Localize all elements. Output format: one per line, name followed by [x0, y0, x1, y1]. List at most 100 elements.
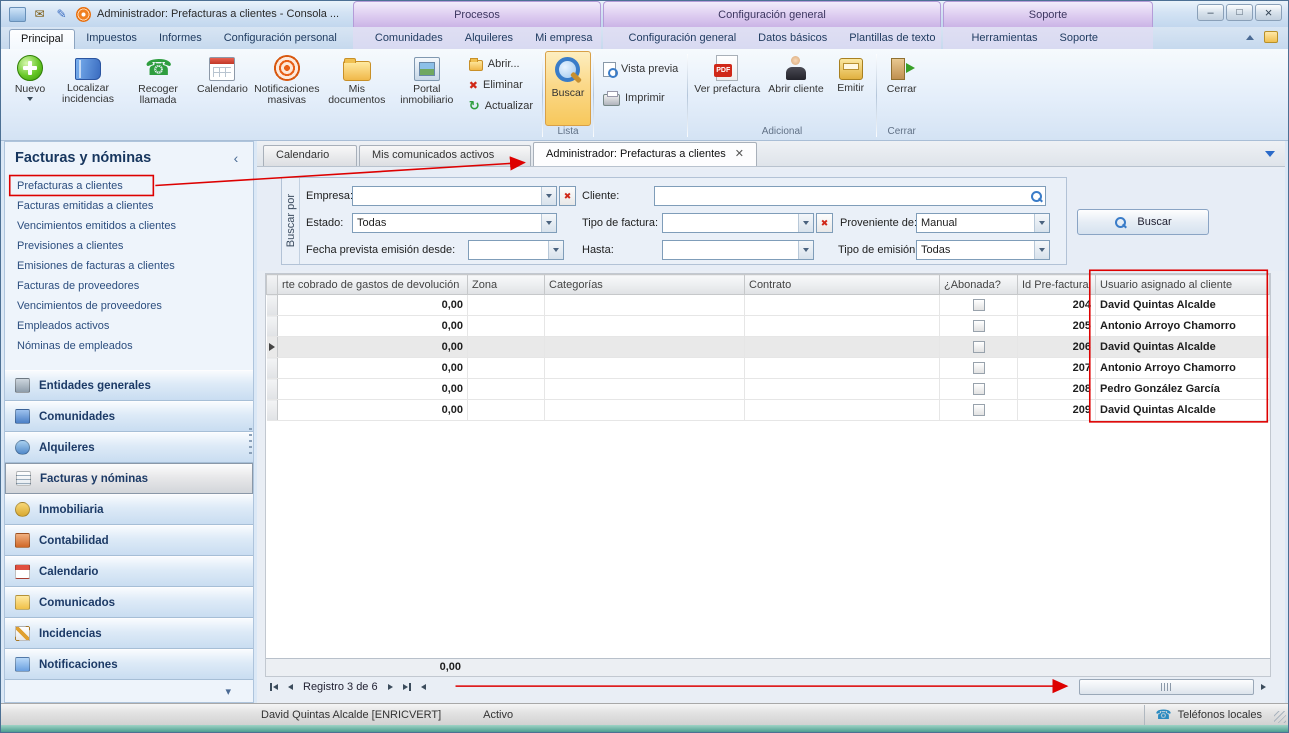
abonada-checkbox[interactable]	[973, 341, 985, 353]
table-row-selected[interactable]: 0,00 206 David Quintas Alcalde	[267, 337, 1270, 358]
quick-access-notes-icon[interactable]	[53, 7, 70, 22]
scroll-left-button[interactable]	[418, 680, 429, 694]
table-row[interactable]: 0,00 207 Antonio Arroyo Chamorro	[267, 358, 1270, 379]
empresa-dropdown-icon[interactable]	[541, 187, 556, 205]
sidebar-item-emisiones-facturas[interactable]: Emisiones de facturas a clientes	[17, 256, 249, 276]
ribbon-collapse-icon[interactable]	[1246, 35, 1254, 40]
tipo-factura-dropdown-icon[interactable]	[798, 214, 813, 232]
restore-button[interactable]	[1226, 4, 1253, 21]
mis-documentos-button[interactable]: Mis documentos	[322, 51, 392, 126]
sidebar-overflow-chevron[interactable]: ▾	[225, 685, 231, 698]
sidebar-group-alquileres[interactable]: Alquileres	[5, 432, 253, 463]
sidebar-group-facturas-nominas[interactable]: Facturas y nóminas	[5, 463, 253, 494]
portal-inmobiliario-button[interactable]: Portal inmobiliario	[392, 51, 462, 126]
sidebar-group-notificaciones[interactable]: Notificaciones	[5, 649, 253, 680]
sidebar-item-nominas-empleados[interactable]: Nóminas de empleados	[17, 336, 249, 356]
tipo-factura-combobox[interactable]	[662, 213, 814, 233]
sidebar-item-empleados-activos[interactable]: Empleados activos	[17, 316, 249, 336]
recoger-llamada-button[interactable]: Recoger llamada	[123, 51, 193, 126]
doc-tab-calendario[interactable]: Calendario	[263, 145, 357, 166]
quick-access-window-icon[interactable]	[9, 7, 26, 22]
emitir-button[interactable]: Emitir	[828, 51, 874, 126]
sidebar-group-inmobiliaria[interactable]: Inmobiliaria	[5, 494, 253, 525]
column-header-abonada[interactable]: ¿Abonada?	[940, 275, 1018, 295]
calendario-button[interactable]: Calendario	[193, 51, 252, 126]
ribbon-tab-comunidades[interactable]: Comunidades	[364, 29, 454, 49]
notificaciones-masivas-button[interactable]: Notificaciones masivas	[252, 51, 322, 126]
ribbon-tab-datos-basicos[interactable]: Datos básicos	[747, 29, 838, 49]
cliente-search-icon[interactable]	[1027, 187, 1045, 205]
ribbon-tab-soporte[interactable]: Soporte	[1049, 29, 1110, 49]
sidebar-item-vencimientos-emitidos[interactable]: Vencimientos emitidos a clientes	[17, 216, 249, 236]
sidebar-group-calendario[interactable]: Calendario	[5, 556, 253, 587]
next-record-button[interactable]	[385, 680, 396, 694]
sidebar-group-incidencias[interactable]: Incidencias	[5, 618, 253, 649]
tipo-emision-combobox[interactable]: Todas	[916, 240, 1050, 260]
buscar-button[interactable]: Buscar	[1077, 209, 1209, 235]
table-row[interactable]: 0,00 205 Antonio Arroyo Chamorro	[267, 316, 1270, 337]
cerrar-button[interactable]: Cerrar	[879, 51, 925, 126]
ver-prefactura-button[interactable]: Ver prefactura	[690, 51, 764, 126]
column-header-zona[interactable]: Zona	[468, 275, 545, 295]
tab-close-icon[interactable]: ✕	[735, 149, 744, 160]
hasta-picker[interactable]	[662, 240, 814, 260]
imprimir-button[interactable]: Imprimir	[598, 88, 683, 108]
ribbon-tab-informes[interactable]: Informes	[148, 29, 213, 49]
abrir-button[interactable]: Abrir...	[464, 54, 538, 74]
sidebar-item-previsiones[interactable]: Previsiones a clientes	[17, 236, 249, 256]
tipo-emision-dropdown-icon[interactable]	[1034, 241, 1049, 259]
hasta-dropdown-icon[interactable]	[798, 241, 813, 259]
sidebar-item-vencimientos-proveedores[interactable]: Vencimientos de proveedores	[17, 296, 249, 316]
doc-tab-prefacturas[interactable]: Administrador: Prefacturas a clientes ✕	[533, 142, 757, 166]
sidebar-group-contabilidad[interactable]: Contabilidad	[5, 525, 253, 556]
telefonos-locales-button[interactable]: Teléfonos locales	[1144, 705, 1272, 725]
empresa-clear-button[interactable]	[559, 186, 576, 206]
ribbon-tab-plantillas-texto[interactable]: Plantillas de texto	[838, 29, 946, 49]
eliminar-button[interactable]: Eliminar	[464, 75, 538, 95]
buscar-ribbon-button[interactable]: Buscar	[545, 51, 591, 126]
ribbon-tab-principal[interactable]: Principal	[9, 29, 75, 49]
ribbon-tab-mi-empresa[interactable]: Mi empresa	[524, 29, 603, 49]
scroll-right-button[interactable]	[1258, 680, 1269, 694]
ribbon-tab-configuracion-personal[interactable]: Configuración personal	[213, 29, 348, 49]
proveniente-dropdown-icon[interactable]	[1034, 214, 1049, 232]
close-button[interactable]	[1255, 4, 1282, 21]
sidebar-group-comunicados[interactable]: Comunicados	[5, 587, 253, 618]
localizar-incidencias-button[interactable]: Localizar incidencias	[53, 51, 123, 126]
horizontal-scrollbar[interactable]	[433, 679, 1254, 695]
proveniente-combobox[interactable]: Manual	[916, 213, 1050, 233]
tab-list-dropdown-icon[interactable]	[1265, 151, 1275, 157]
last-record-button[interactable]	[400, 680, 414, 694]
abonada-checkbox[interactable]	[973, 299, 985, 311]
abonada-checkbox[interactable]	[973, 404, 985, 416]
tipo-factura-clear-button[interactable]	[816, 213, 833, 233]
abonada-checkbox[interactable]	[973, 383, 985, 395]
table-row[interactable]: 0,00 204 David Quintas Alcalde	[267, 295, 1270, 316]
first-record-button[interactable]	[267, 680, 281, 694]
fecha-desde-picker[interactable]	[468, 240, 564, 260]
previous-record-button[interactable]	[285, 680, 296, 694]
sidebar-group-entidades-generales[interactable]: Entidades generales	[5, 370, 253, 401]
fecha-desde-dropdown-icon[interactable]	[548, 241, 563, 259]
sidebar-splitter-grip[interactable]	[249, 428, 252, 454]
column-header-categorias[interactable]: Categorías	[545, 275, 745, 295]
ribbon-options-icon[interactable]	[1264, 31, 1278, 43]
abonada-checkbox[interactable]	[973, 320, 985, 332]
column-header-usuario-asignado[interactable]: Usuario asignado al cliente	[1096, 275, 1270, 295]
table-row[interactable]: 0,00 209 David Quintas Alcalde	[267, 400, 1270, 421]
quick-access-mail-icon[interactable]	[31, 7, 48, 22]
column-header-id-prefactura[interactable]: Id Pre-factura	[1018, 275, 1096, 295]
actualizar-button[interactable]: Actualizar	[464, 96, 538, 116]
column-header-importe[interactable]: rte cobrado de gastos de devolución	[278, 275, 468, 295]
nuevo-button[interactable]: Nuevo	[7, 51, 53, 126]
ribbon-tab-configuracion-general[interactable]: Configuración general	[618, 29, 748, 49]
table-row[interactable]: 0,00 208 Pedro González García	[267, 379, 1270, 400]
minimize-button[interactable]	[1197, 4, 1224, 21]
sidebar-collapse-button[interactable]: ‹	[227, 150, 245, 166]
sidebar-group-comunidades[interactable]: Comunidades	[5, 401, 253, 432]
ribbon-tab-alquileres[interactable]: Alquileres	[454, 29, 524, 49]
ribbon-tab-herramientas[interactable]: Herramientas	[960, 29, 1048, 49]
estado-dropdown-icon[interactable]	[541, 214, 556, 232]
ribbon-tab-impuestos[interactable]: Impuestos	[75, 29, 148, 49]
column-header-contrato[interactable]: Contrato	[745, 275, 940, 295]
